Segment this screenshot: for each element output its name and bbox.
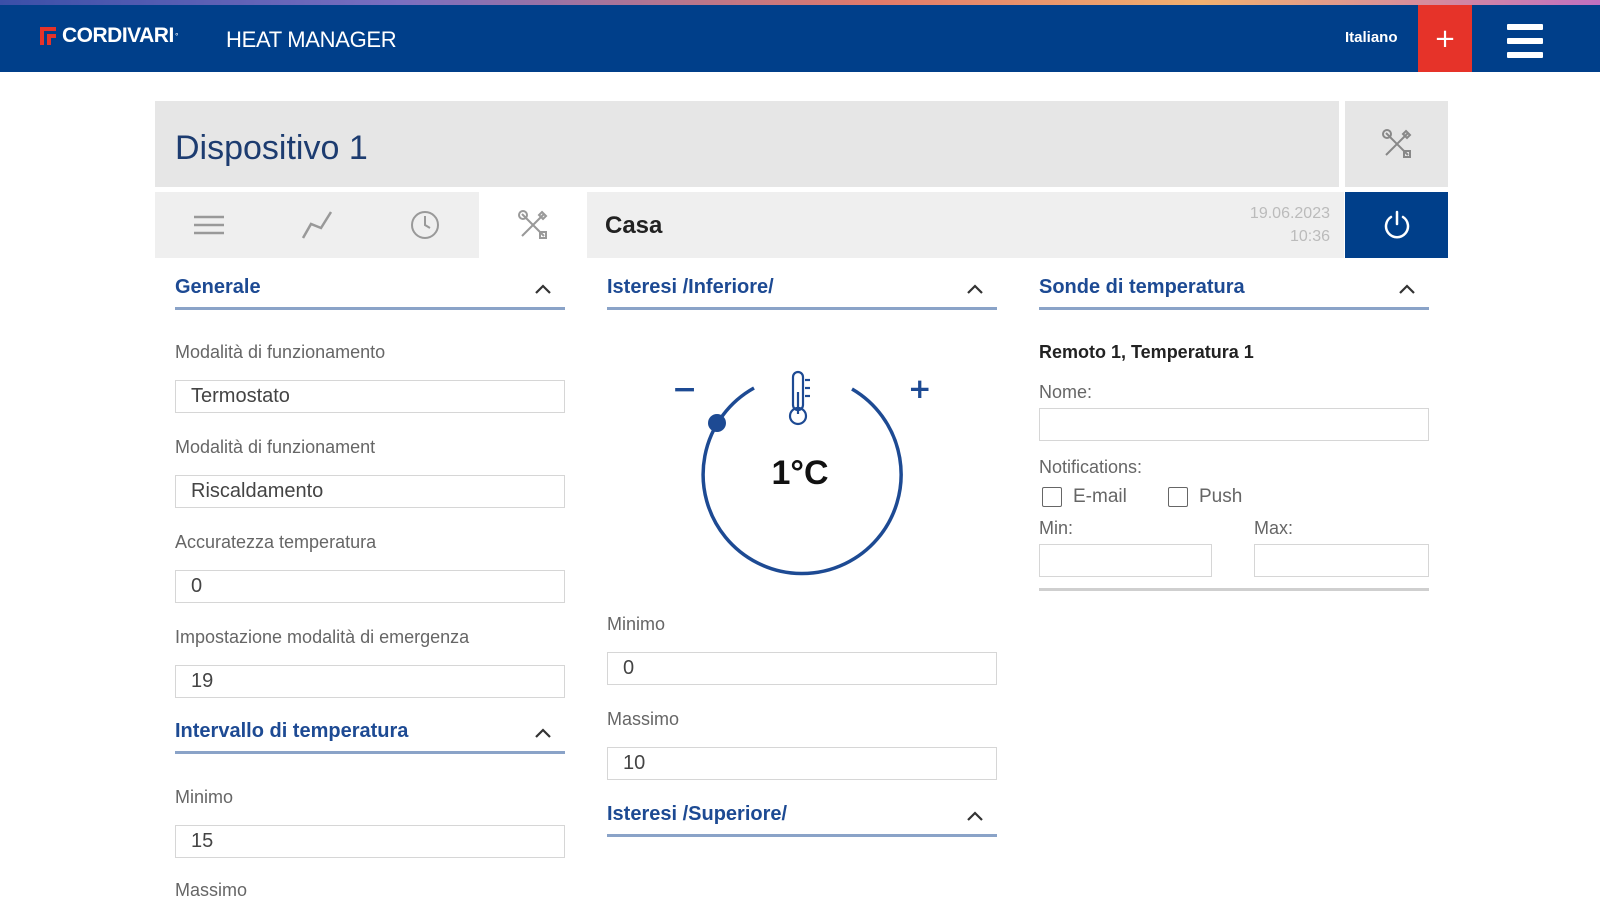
language-selector[interactable]: Italiano	[1345, 29, 1398, 46]
thermometer-icon	[788, 370, 810, 426]
tools-icon	[1381, 129, 1411, 158]
location-name: Casa	[605, 212, 663, 239]
email-notification-checkbox[interactable]	[1042, 487, 1062, 507]
last-update-date: 19.06.2023	[1249, 205, 1330, 222]
emergency-mode-input[interactable]: 19	[175, 665, 565, 698]
add-device-button[interactable]: +	[1418, 5, 1472, 72]
section-generale-title: Generale	[175, 276, 261, 298]
list-icon	[194, 215, 224, 235]
hysteresis-lower-min-input[interactable]: 0	[607, 652, 997, 685]
section-isteresi-superiore-header[interactable]: Isteresi /Superiore/	[607, 799, 997, 837]
plus-icon: +	[1434, 23, 1456, 54]
device-title: Dispositivo 1	[175, 129, 368, 167]
push-notification-checkbox[interactable]	[1168, 487, 1188, 507]
field-label: Modalità di funzionamento	[175, 342, 386, 362]
field-label: Minimo	[175, 787, 234, 807]
notification-max-input[interactable]	[1254, 544, 1429, 577]
app-title: HEAT MANAGER	[226, 27, 397, 52]
field-label: Min:	[1039, 518, 1074, 538]
section-intervallo-header[interactable]: Intervallo di temperatura	[175, 716, 565, 754]
operating-mode-select[interactable]: Termostato	[175, 380, 565, 413]
section-isteresi-inferiore-header[interactable]: Isteresi /Inferiore/	[607, 272, 997, 310]
notification-min-input[interactable]	[1039, 544, 1212, 577]
probe-title: Remoto 1, Temperatura 1	[1039, 342, 1254, 362]
device-settings-button[interactable]	[1345, 101, 1448, 187]
field-label: Notifications:	[1039, 457, 1143, 477]
device-header: Dispositivo 1	[155, 101, 1339, 187]
field-label: Minimo	[607, 614, 666, 634]
dial-decrease-button[interactable]: −	[672, 375, 697, 405]
dial-handle[interactable]	[708, 414, 726, 432]
chevron-up-icon	[535, 728, 551, 738]
brand-trademark: °	[174, 31, 179, 41]
tab-chart[interactable]	[263, 192, 371, 258]
last-update-time: 10:36	[1289, 228, 1330, 245]
tab-list[interactable]	[155, 192, 263, 258]
clock-icon	[411, 211, 439, 239]
tab-settings[interactable]	[479, 192, 587, 258]
temp-range-min-input[interactable]: 15	[175, 825, 565, 858]
section-intervallo-title: Intervallo di temperatura	[175, 720, 409, 742]
power-icon	[1384, 210, 1409, 239]
section-isteresi-inferiore-title: Isteresi /Inferiore/	[607, 276, 774, 298]
temperature-accuracy-input[interactable]: 0	[175, 570, 565, 603]
checkbox-label: E-mail	[1073, 486, 1127, 507]
chevron-up-icon	[535, 284, 551, 294]
brand-name: CORDIVARI	[62, 24, 174, 47]
hamburger-menu-button[interactable]	[1507, 24, 1543, 58]
power-button[interactable]	[1345, 192, 1448, 258]
brand-logo[interactable]: CORDIVARI °	[40, 24, 179, 48]
field-label: Nome:	[1039, 382, 1093, 402]
chevron-up-icon	[967, 811, 983, 821]
tab-schedule[interactable]	[371, 192, 479, 258]
hysteresis-lower-max-input[interactable]: 10	[607, 747, 997, 780]
section-divider	[1039, 588, 1429, 591]
section-sonde-title: Sonde di temperatura	[1039, 276, 1245, 298]
chart-line-icon	[301, 211, 333, 239]
menu-bar	[1507, 24, 1543, 30]
chevron-up-icon	[967, 284, 983, 294]
field-label: Impostazione modalità di emergenza	[175, 627, 470, 647]
tools-icon	[518, 210, 548, 239]
section-isteresi-superiore-title: Isteresi /Superiore/	[607, 803, 788, 825]
dial-increase-button[interactable]: +	[908, 375, 931, 403]
field-label: Max:	[1254, 518, 1294, 538]
dial-value: 1°C	[771, 454, 829, 492]
menu-bar	[1507, 52, 1543, 58]
field-label: Massimo	[607, 709, 680, 729]
field-label: Modalità di funzionament	[175, 437, 376, 457]
last-update-timestamp: 19.06.2023 10:36	[1250, 202, 1330, 248]
device-tab-bar: Casa 19.06.2023 10:36	[155, 192, 1344, 258]
section-generale-header[interactable]: Generale	[175, 272, 565, 310]
brand-mark-icon	[40, 27, 56, 45]
section-sonde-header[interactable]: Sonde di temperatura	[1039, 272, 1429, 310]
checkbox-label: Push	[1199, 486, 1243, 507]
field-label: Accuratezza temperatura	[175, 532, 377, 552]
probe-name-input[interactable]	[1039, 408, 1429, 441]
heating-mode-select[interactable]: Riscaldamento	[175, 475, 565, 508]
menu-bar	[1507, 38, 1543, 44]
chevron-up-icon	[1399, 284, 1415, 294]
field-label: Massimo	[175, 880, 248, 900]
